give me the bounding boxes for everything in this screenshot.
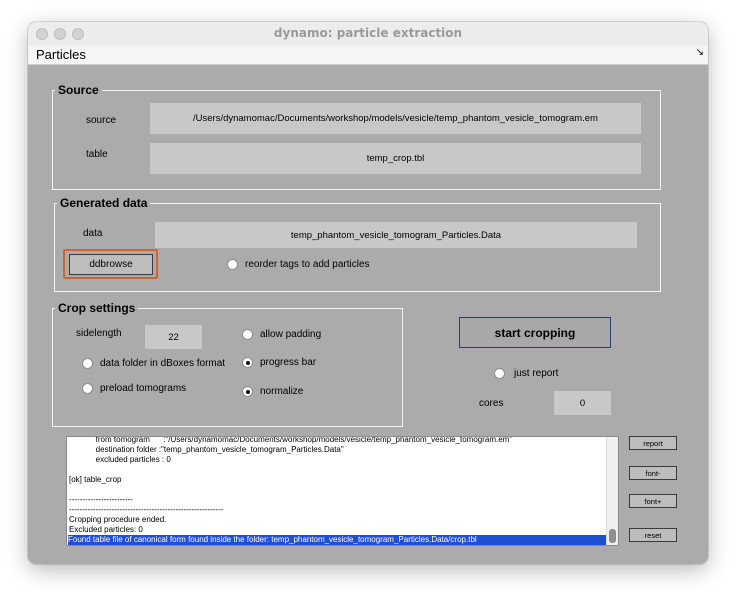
console-output[interactable]: from tomogram :"/Users/dynamomac/Documen… bbox=[66, 436, 619, 546]
preload-tomograms-option[interactable]: preload tomograms bbox=[82, 383, 186, 394]
table-field[interactable]: temp_crop.tbl bbox=[150, 143, 641, 174]
preload-tomograms-label: preload tomograms bbox=[100, 383, 187, 394]
console-line: [ok] table_crop bbox=[69, 475, 122, 484]
start-cropping-button[interactable]: start cropping bbox=[459, 317, 611, 348]
table-label: table bbox=[86, 149, 108, 160]
normalize-label: normalize bbox=[260, 386, 304, 397]
font-increase-button[interactable]: font+ bbox=[629, 494, 677, 508]
data-label: data bbox=[83, 228, 103, 239]
just-report-option[interactable]: just report bbox=[494, 368, 558, 379]
sidelength-field[interactable]: 22 bbox=[145, 325, 202, 349]
dboxes-format-label: data folder in dBoxes format bbox=[100, 358, 226, 369]
normalize-option[interactable]: normalize bbox=[242, 386, 303, 397]
console-scrollbar-thumb[interactable] bbox=[609, 529, 616, 543]
font-decrease-button[interactable]: font- bbox=[629, 466, 677, 480]
cores-field[interactable]: 0 bbox=[554, 391, 611, 415]
reorder-tags-option[interactable]: reorder tags to add particles bbox=[227, 259, 370, 270]
console-line: from tomogram :"/Users/dynamomac/Documen… bbox=[69, 436, 513, 444]
reset-button[interactable]: reset bbox=[629, 528, 677, 542]
menu-bar: Particles ↘ bbox=[28, 46, 708, 65]
console-scrollbar[interactable] bbox=[606, 437, 618, 545]
console-line-selected[interactable]: Found table file of canonical form found… bbox=[68, 535, 606, 545]
report-button[interactable]: report bbox=[629, 436, 677, 450]
normalize-radio[interactable] bbox=[242, 386, 253, 397]
title-bar: dynamo: particle extraction bbox=[28, 22, 708, 47]
ddbrowse-button[interactable]: ddbrowse bbox=[69, 254, 153, 275]
progress-bar-label: progress bar bbox=[260, 357, 317, 368]
crop-settings-group-title: Crop settings bbox=[55, 301, 139, 315]
console-line: Excluded particles: 0 bbox=[69, 525, 143, 534]
resize-arrow-icon[interactable]: ↘ bbox=[696, 47, 704, 58]
progress-bar-radio[interactable] bbox=[242, 357, 253, 368]
source-group-title: Source bbox=[55, 83, 102, 97]
allow-padding-option[interactable]: allow padding bbox=[242, 329, 321, 340]
allow-padding-label: allow padding bbox=[260, 329, 322, 340]
crop-settings-group: Crop settings sidelength 22 allow paddin… bbox=[52, 301, 403, 427]
console-line: ----------------------------------------… bbox=[69, 505, 224, 514]
dboxes-format-radio[interactable] bbox=[82, 358, 93, 369]
sidelength-label: sidelength bbox=[76, 328, 122, 339]
data-field[interactable]: temp_phantom_vesicle_tomogram_Particles.… bbox=[155, 222, 637, 248]
progress-bar-option[interactable]: progress bar bbox=[242, 357, 316, 368]
console-line: destination folder :"temp_phantom_vesicl… bbox=[69, 445, 344, 454]
dboxes-format-option[interactable]: data folder in dBoxes format bbox=[82, 358, 225, 369]
reorder-tags-radio[interactable] bbox=[227, 259, 238, 270]
generated-data-group: Generated data data temp_phantom_vesicle… bbox=[54, 196, 661, 292]
just-report-radio[interactable] bbox=[494, 368, 505, 379]
console-line: excluded particles : 0 bbox=[69, 455, 171, 464]
source-group: Source source /Users/dynamomac/Documents… bbox=[52, 83, 661, 190]
console-line: ------------------------ bbox=[69, 495, 133, 504]
source-field[interactable]: /Users/dynamomac/Documents/workshop/mode… bbox=[150, 103, 641, 134]
window-title: dynamo: particle extraction bbox=[273, 26, 463, 40]
reorder-tags-label: reorder tags to add particles bbox=[245, 259, 370, 270]
app-window: dynamo: particle extraction Particles ↘ … bbox=[28, 22, 708, 564]
generated-data-group-title: Generated data bbox=[57, 196, 151, 210]
source-label: source bbox=[86, 115, 117, 126]
just-report-label: just report bbox=[514, 368, 559, 379]
cores-label: cores bbox=[479, 398, 504, 409]
allow-padding-radio[interactable] bbox=[242, 329, 253, 340]
menu-particles[interactable]: Particles bbox=[36, 47, 86, 62]
preload-tomograms-radio[interactable] bbox=[82, 383, 93, 394]
console-line: Cropping procedure ended. bbox=[69, 515, 167, 524]
